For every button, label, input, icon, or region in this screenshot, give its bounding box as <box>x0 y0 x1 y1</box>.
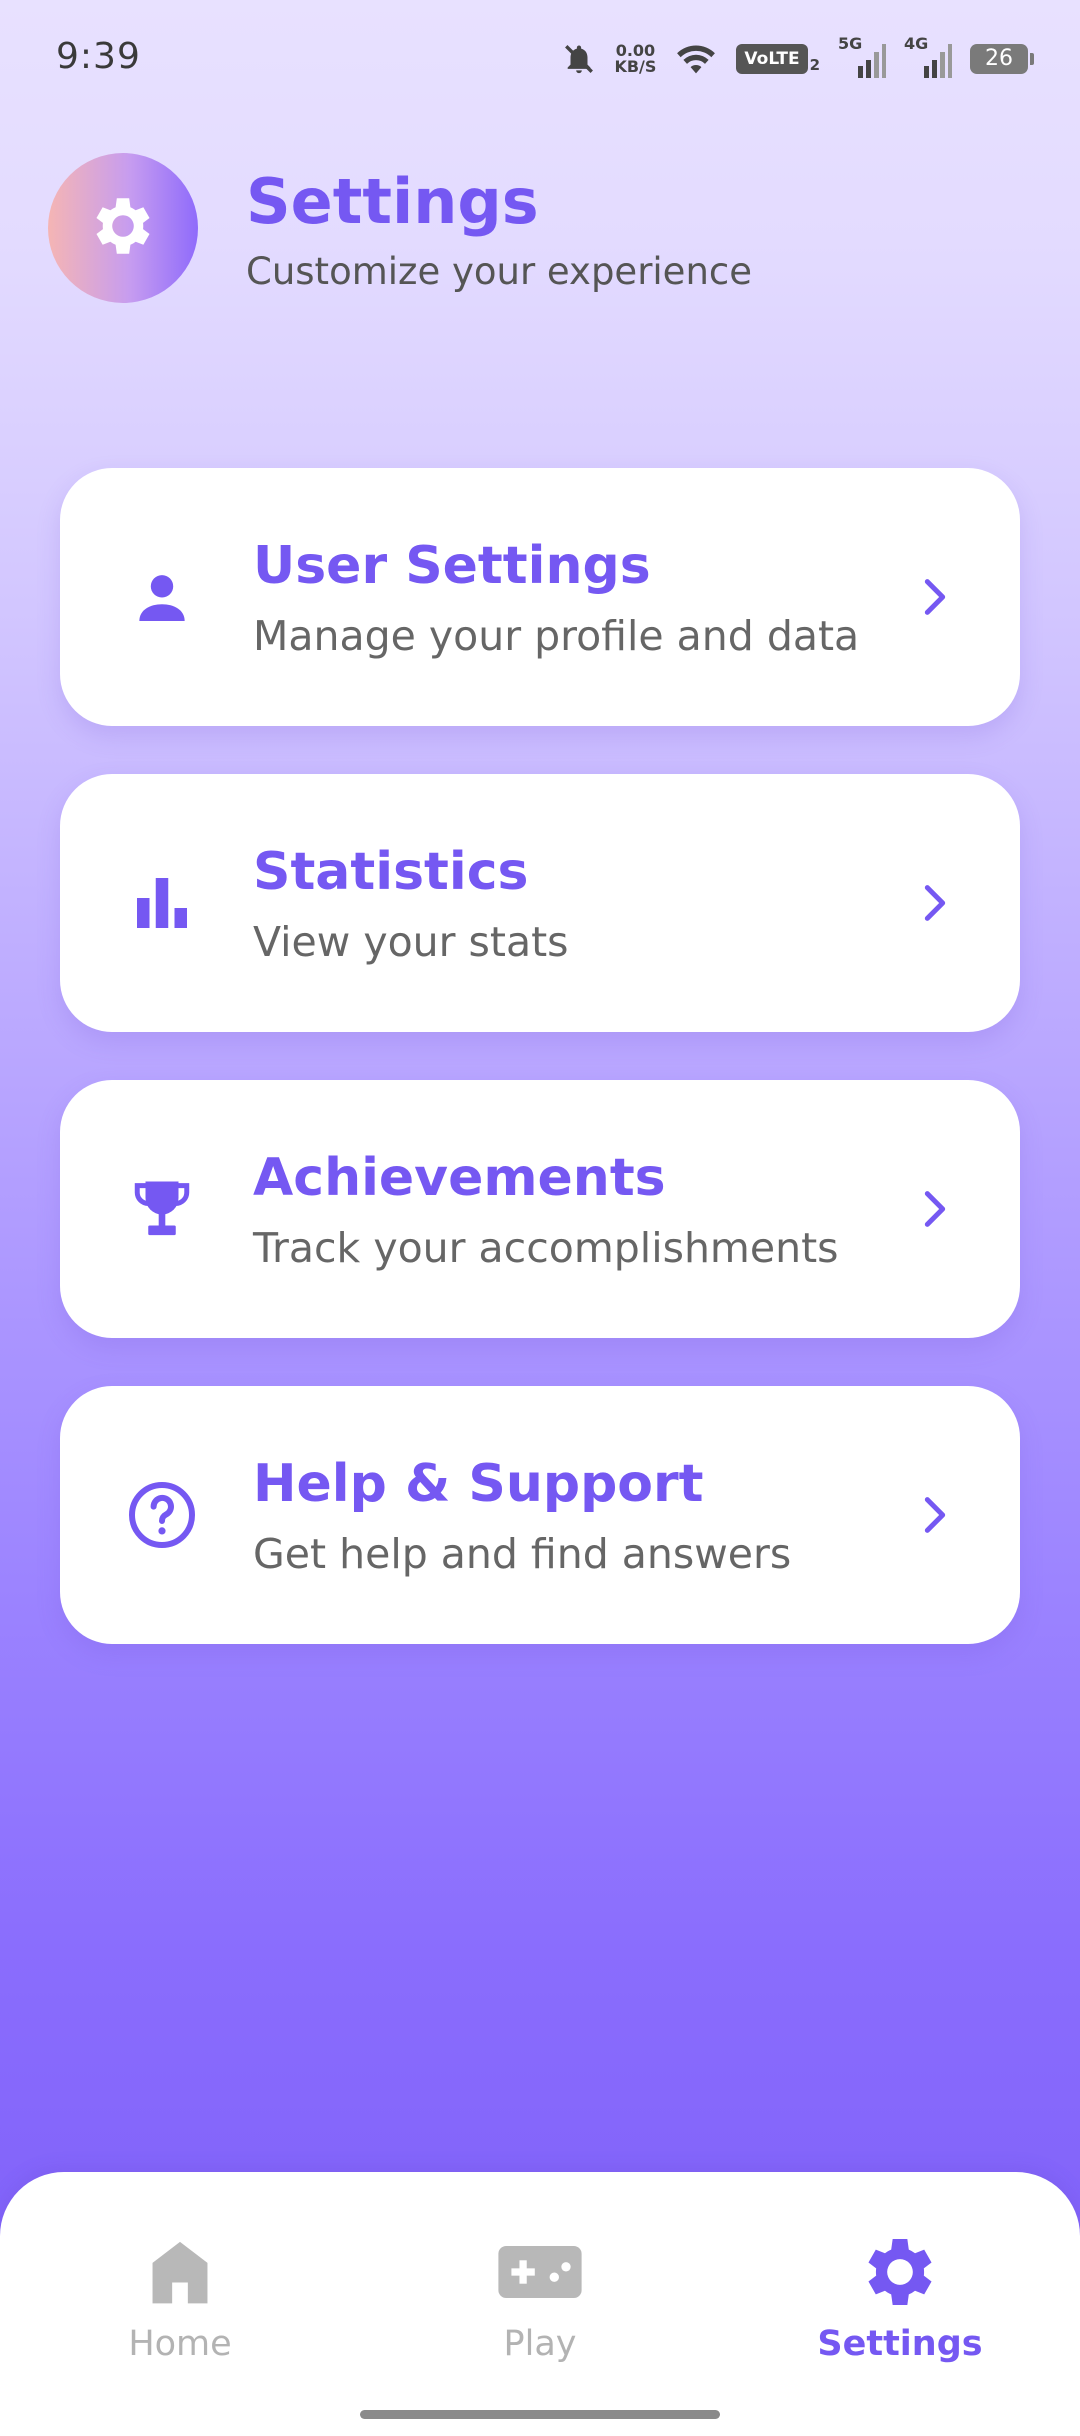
nav-item-settings[interactable]: Settings <box>790 2232 1010 2364</box>
achievements-card[interactable]: Achievements Track your accomplishments <box>60 1080 1020 1338</box>
signal-4g: 4G <box>904 36 952 78</box>
trophy-icon <box>124 1171 200 1247</box>
net-speed-unit: KB/S <box>614 57 657 76</box>
status-icons: 0.00 KB/S VoLTE 2 5G 4G 26 <box>562 34 1034 84</box>
signal-4g-label: 4G <box>904 34 929 53</box>
nav-item-play[interactable]: Play <box>430 2232 650 2364</box>
chevron-right-icon <box>912 1492 958 1538</box>
help-circle-icon <box>124 1477 200 1553</box>
header-avatar <box>48 153 198 303</box>
nav-label: Home <box>128 2324 232 2364</box>
net-speed: 0.00 KB/S <box>614 43 656 75</box>
card-title: Statistics <box>253 842 529 902</box>
statistics-card[interactable]: Statistics View your stats <box>60 774 1020 1032</box>
bell-muted-icon <box>562 41 596 77</box>
volte-sim: 2 <box>809 56 820 74</box>
chevron-right-icon <box>912 1186 958 1232</box>
home-indicator[interactable] <box>360 2410 720 2419</box>
card-subtitle: Track your accomplishments <box>253 1224 839 1272</box>
card-subtitle: View your stats <box>253 918 569 966</box>
battery-indicator: 26 <box>970 44 1034 74</box>
bottom-navigation: Home Play Settings <box>0 2172 1080 2436</box>
wifi-icon <box>674 41 718 77</box>
gear-icon <box>86 189 160 267</box>
status-time: 9:39 <box>56 36 141 77</box>
chevron-right-icon <box>912 574 958 620</box>
status-bar: 9:39 0.00 KB/S VoLTE 2 5G 4G 26 <box>0 0 1080 110</box>
card-title: Achievements <box>253 1148 666 1208</box>
gear-icon <box>790 2232 1010 2312</box>
home-icon <box>70 2232 290 2312</box>
signal-5g: 5G <box>838 36 886 78</box>
page-subtitle: Customize your experience <box>246 250 753 293</box>
help-support-card[interactable]: Help & Support Get help and find answers <box>60 1386 1020 1644</box>
user-settings-card[interactable]: User Settings Manage your profile and da… <box>60 468 1020 726</box>
nav-item-home[interactable]: Home <box>70 2232 290 2364</box>
page-title: Settings <box>246 165 539 238</box>
card-subtitle: Get help and find answers <box>253 1530 792 1578</box>
nav-label: Play <box>503 2324 577 2364</box>
signal-5g-label: 5G <box>838 34 863 53</box>
nav-label: Settings <box>817 2324 983 2364</box>
gamepad-icon <box>430 2232 650 2312</box>
chevron-right-icon <box>912 880 958 926</box>
volte-indicator: VoLTE 2 <box>736 44 820 74</box>
card-subtitle: Manage your profile and data <box>253 612 860 660</box>
volte-badge: VoLTE <box>736 44 808 74</box>
card-title: Help & Support <box>253 1454 704 1514</box>
card-title: User Settings <box>253 536 651 596</box>
bar-chart-icon <box>124 865 200 941</box>
person-icon <box>124 559 200 635</box>
